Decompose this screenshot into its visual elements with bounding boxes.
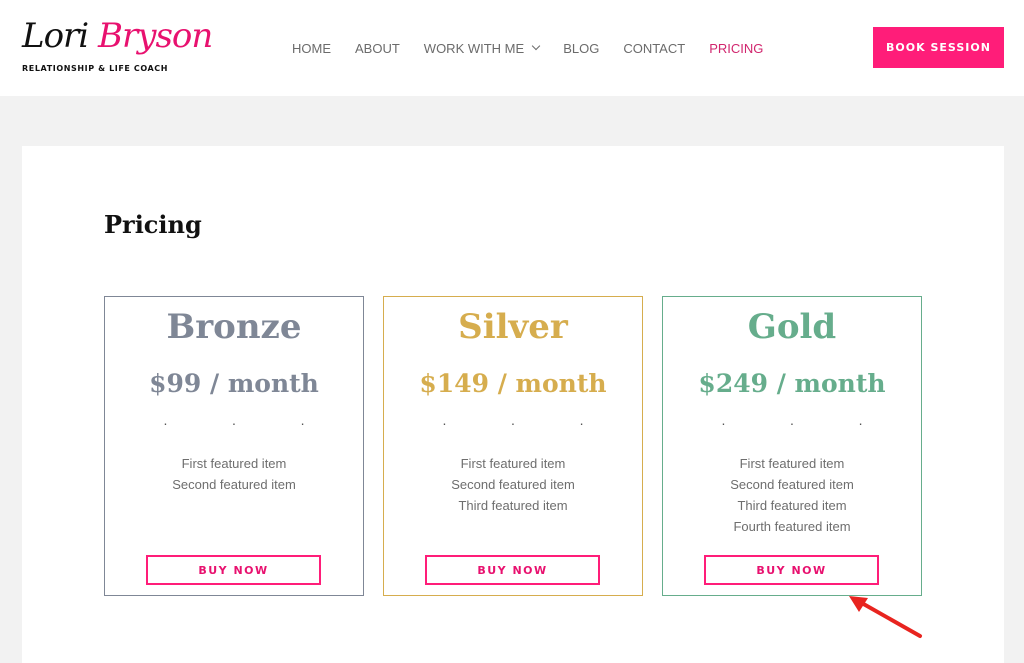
feature-list: First featured item Second featured item… xyxy=(384,453,642,516)
nav-item-work-with-me-label: WORK WITH ME xyxy=(423,40,525,56)
red-arrow-icon xyxy=(849,596,922,638)
feature-item: Fourth featured item xyxy=(733,519,851,534)
page-title: Pricing xyxy=(104,210,202,239)
feature-list: First featured item Second featured item… xyxy=(663,453,921,537)
pricing-card-bronze: Bronze $99 / month · · · First featured … xyxy=(104,296,364,596)
nav-item-contact[interactable]: CONTACT xyxy=(623,41,685,56)
plan-name: Silver xyxy=(458,307,568,347)
nav-item-about[interactable]: ABOUT xyxy=(355,41,400,56)
main-content: Pricing Bronze $99 / month · · · First f… xyxy=(22,146,1004,663)
feature-item: Second featured item xyxy=(730,477,854,492)
buy-now-button-silver[interactable]: BUY NOW xyxy=(425,555,600,585)
dots-divider: · · · xyxy=(163,415,335,431)
dots-divider: · · · xyxy=(442,415,614,431)
buy-now-button-bronze[interactable]: BUY NOW xyxy=(146,555,321,585)
nav-item-blog-label: BLOG xyxy=(563,40,600,56)
feature-item: First featured item xyxy=(181,456,287,471)
feature-item: Third featured item xyxy=(458,498,568,513)
feature-item: Second featured item xyxy=(172,477,296,492)
plan-price: $149 / month xyxy=(419,369,607,398)
logo-tagline: RELATIONSHIP & LIFE COACH xyxy=(22,64,169,73)
main-nav: HOME ABOUT WORK WITH ME BLOG CONTACT PRI… xyxy=(292,38,787,58)
nav-item-blog[interactable]: BLOG xyxy=(563,41,599,56)
feature-item: Third featured item xyxy=(737,498,847,513)
feature-list: First featured item Second featured item xyxy=(105,453,363,495)
nav-item-home[interactable]: HOME xyxy=(292,41,331,56)
nav-item-home-label: HOME xyxy=(292,40,331,56)
logo-name: Lori Bryson xyxy=(22,16,213,56)
nav-item-about-label: ABOUT xyxy=(355,40,400,56)
nav-item-pricing-label: PRICING xyxy=(709,40,764,56)
feature-item: First featured item xyxy=(739,456,845,471)
plan-price: $99 / month xyxy=(149,369,319,398)
site-logo[interactable]: Lori Bryson RELATIONSHIP & LIFE COACH xyxy=(22,16,213,80)
buy-now-button-gold[interactable]: BUY NOW xyxy=(704,555,879,585)
feature-item: First featured item xyxy=(460,456,566,471)
plan-name: Bronze xyxy=(166,307,302,347)
pricing-card-gold: Gold $249 / month · · · First featured i… xyxy=(662,296,922,596)
book-session-button[interactable]: BOOK SESSION xyxy=(873,27,1004,68)
chevron-down-icon xyxy=(531,41,541,51)
plan-name: Gold xyxy=(747,307,837,347)
site-header: Lori Bryson RELATIONSHIP & LIFE COACH HO… xyxy=(0,0,1024,96)
feature-item: Second featured item xyxy=(451,477,575,492)
nav-item-pricing[interactable]: PRICING xyxy=(709,41,763,56)
nav-item-contact-label: CONTACT xyxy=(623,40,686,56)
logo-last-name: Bryson xyxy=(98,16,213,56)
plan-price: $249 / month xyxy=(698,369,886,398)
logo-first-name: Lori xyxy=(22,16,89,56)
nav-item-work-with-me[interactable]: WORK WITH ME xyxy=(423,40,541,56)
pricing-card-silver: Silver $149 / month · · · First featured… xyxy=(383,296,643,596)
dots-divider: · · · xyxy=(721,415,893,431)
